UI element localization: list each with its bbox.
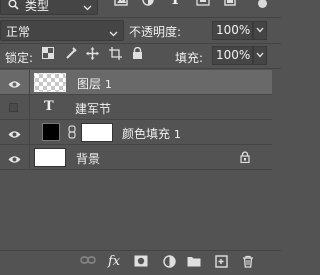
adjustment-layer-icon[interactable] xyxy=(163,255,181,271)
new-layer-icon[interactable] xyxy=(215,255,233,271)
divider xyxy=(0,43,281,44)
opacity-input[interactable]: 100% xyxy=(212,21,253,40)
layer-index: 1 xyxy=(104,78,112,91)
layer-row[interactable]: 颜色填充 1 xyxy=(0,120,272,145)
link-icon[interactable] xyxy=(68,125,76,142)
bottom-toolbar: fx xyxy=(0,251,281,275)
lock-icon xyxy=(240,151,250,166)
lock-transparent-pixels-icon[interactable] xyxy=(42,47,58,63)
layer-mask-thumbnail[interactable] xyxy=(81,123,113,142)
fill-dropdown-button[interactable] xyxy=(253,46,267,65)
layers-list: 图层 1 T 建军节 颜色填充 1 背景 xyxy=(0,70,272,170)
opacity-dropdown-button[interactable] xyxy=(253,21,267,40)
layer-name-text: 颜色填充 xyxy=(122,127,171,141)
search-icon xyxy=(8,0,19,13)
shape-filter-icon[interactable] xyxy=(196,0,216,12)
type-filter-icon[interactable]: T xyxy=(170,0,190,10)
fill-label: 填充: xyxy=(175,51,204,65)
divider xyxy=(29,70,30,94)
layer-name-text: 图层 xyxy=(77,77,102,91)
link-layers-icon[interactable] xyxy=(80,255,98,271)
layer-row[interactable]: 图层 1 xyxy=(0,70,272,95)
text-layer-icon: T xyxy=(44,99,54,114)
visibility-toggle[interactable] xyxy=(9,103,18,112)
divider xyxy=(29,95,30,119)
lock-position-icon[interactable] xyxy=(86,47,102,63)
chevron-down-icon xyxy=(83,0,92,14)
opacity-label: 不透明度: xyxy=(129,25,182,39)
layer-row[interactable]: T 建军节 xyxy=(0,95,272,120)
eye-icon[interactable] xyxy=(8,153,21,167)
blend-mode-select[interactable]: 正常 xyxy=(0,20,124,41)
layer-name[interactable]: 建军节 xyxy=(75,100,111,117)
divider xyxy=(29,145,30,169)
blend-mode-value: 正常 xyxy=(6,25,31,39)
lock-label: 锁定: xyxy=(5,51,34,65)
layer-name[interactable]: 图层 1 xyxy=(77,75,112,92)
fill-input[interactable]: 100% xyxy=(212,46,253,65)
lock-image-pixels-icon[interactable] xyxy=(65,47,81,63)
image-filter-icon[interactable] xyxy=(114,0,134,12)
fill-color-swatch[interactable] xyxy=(42,123,60,141)
smart-object-filter-icon[interactable] xyxy=(224,0,244,12)
lock-all-icon[interactable] xyxy=(132,47,148,63)
divider xyxy=(29,120,30,144)
layer-name[interactable]: 颜色填充 1 xyxy=(122,125,181,142)
layer-index: 1 xyxy=(173,128,181,141)
folder-icon[interactable] xyxy=(187,255,205,271)
lock-artboard-icon[interactable] xyxy=(109,47,125,63)
add-layer-style-button[interactable]: fx xyxy=(108,254,120,269)
layer-name[interactable]: 背景 xyxy=(76,150,100,167)
filter-kind-label: 类型 xyxy=(25,0,50,13)
layer-thumbnail[interactable] xyxy=(34,73,66,92)
divider xyxy=(0,17,281,18)
chevron-down-icon xyxy=(109,26,118,40)
layer-thumbnail[interactable] xyxy=(34,148,66,167)
eye-icon[interactable] xyxy=(8,78,21,92)
divider xyxy=(0,68,281,69)
eye-icon[interactable] xyxy=(8,128,21,142)
filter-toggle-switch[interactable] xyxy=(258,0,267,8)
layer-row[interactable]: 背景 xyxy=(0,145,272,170)
adjustment-filter-icon[interactable] xyxy=(142,0,162,12)
add-mask-icon[interactable] xyxy=(134,255,152,271)
layer-filter-select[interactable]: 类型 xyxy=(0,0,98,15)
trash-icon[interactable] xyxy=(242,255,260,271)
